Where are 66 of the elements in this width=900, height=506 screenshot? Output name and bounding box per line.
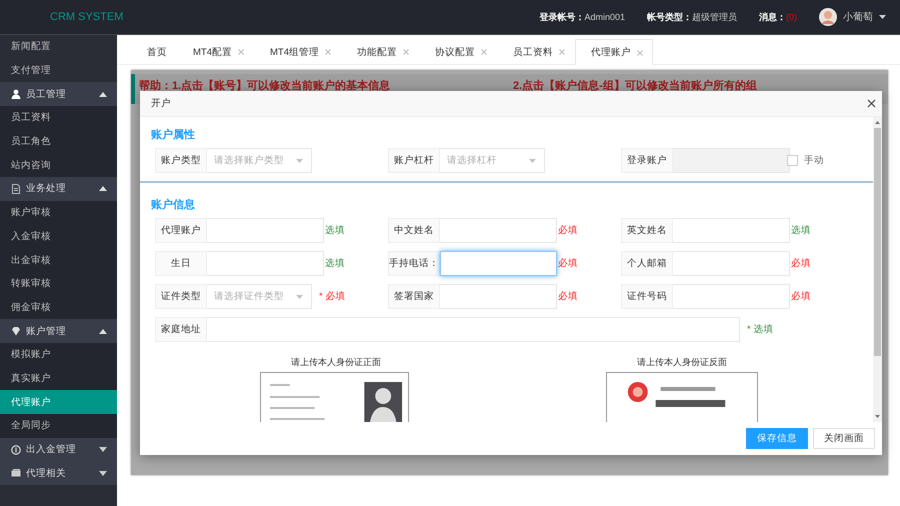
upload-caption: 请上传本人身份证正面	[291, 356, 381, 369]
field-label: 中文姓名	[388, 218, 440, 243]
sidebar-item[interactable]: 模拟账户	[0, 342, 117, 367]
sidebar-group[interactable]: 员工管理	[0, 82, 117, 106]
field-label: 家庭地址	[155, 317, 207, 342]
sidebar-item[interactable]: 转账审核	[0, 272, 117, 296]
sidebar-item[interactable]: 佣金审核	[0, 296, 117, 320]
field-label: 手持电话：	[388, 251, 440, 276]
required-hint: * 必填	[318, 290, 346, 303]
account-type-value: 超级管理员	[692, 10, 737, 24]
optional-hint: 选填	[790, 224, 811, 237]
required-hint: 必填	[790, 257, 811, 270]
sidebar-item[interactable]: 真实账户	[0, 366, 117, 390]
sidebar-item[interactable]: 出金审核	[0, 248, 117, 272]
tab[interactable]: 协议配置	[419, 39, 497, 64]
sidebar-item[interactable]: 入金审核	[0, 224, 117, 248]
sidebar-item[interactable]: 员工角色	[0, 130, 117, 154]
close-button[interactable]: 关闭画面	[813, 428, 875, 449]
sidebar-group[interactable]: 出入金管理	[0, 438, 117, 462]
tab[interactable]: 代理账户	[575, 39, 653, 65]
required-hint: 必填	[557, 257, 578, 270]
field-label: 账户杠杆	[388, 148, 440, 173]
login-value: Admin001	[584, 12, 625, 22]
tab[interactable]: 首页	[131, 39, 177, 64]
sidebar-group[interactable]: 代理相关	[0, 461, 117, 486]
required-hint: 必填	[557, 290, 578, 303]
checkbox-label: 手动	[804, 154, 824, 167]
sidebar-item[interactable]: 代理账户	[0, 390, 117, 414]
sidebar-group[interactable]: 业务处理	[0, 177, 117, 201]
section-title: 账户属性	[151, 128, 196, 142]
tab[interactable]: MT4配置	[177, 39, 254, 64]
optional-hint: 选填	[324, 224, 345, 237]
upload-caption: 请上传本人身份证反面	[637, 356, 727, 369]
field-label: 英文姓名	[621, 218, 673, 243]
field-label: 证件号码	[621, 284, 673, 309]
sidebar-item[interactable]: 员工资料	[0, 106, 117, 130]
sidebar-item[interactable]: 全局同步	[0, 414, 117, 438]
section-title: 账户信息	[151, 198, 196, 212]
field-label: 签署国家	[388, 284, 440, 309]
logo-text: CRM SYSTEM	[50, 11, 124, 23]
field-label: 生日	[155, 251, 207, 276]
field-label: 账户类型	[155, 148, 207, 173]
sidebar-item[interactable]: 站内咨询	[0, 153, 117, 178]
sidebar-item[interactable]: 账户审核	[0, 200, 117, 224]
required-hint: 必填	[790, 290, 811, 303]
sidebar-group[interactable]: 账户管理	[0, 319, 117, 343]
sidebar-item[interactable]: 新闻配置	[0, 35, 117, 59]
field-label: 个人邮箱	[621, 251, 673, 276]
messages-label: 消息：	[759, 10, 786, 24]
login-label: 登录帐号：	[539, 10, 584, 24]
tab[interactable]: 员工资料	[497, 39, 575, 64]
dialog-title: 开户	[151, 97, 171, 110]
required-hint: 必填	[557, 224, 578, 237]
help-text: 帮助：1.点击【账号】可以修改当前账户的基本信息	[138, 78, 392, 93]
optional-hint: * 选填	[746, 323, 774, 336]
sidebar-item[interactable]: 支付管理	[0, 58, 117, 82]
field-label: 登录账户	[621, 148, 673, 173]
field-label: 代理账户	[155, 218, 207, 243]
help-text: 2.点击【账户信息-组】可以修改当前账户所有的组	[513, 78, 757, 93]
field-label: 证件类型	[155, 284, 207, 309]
message-count: (0)	[786, 12, 797, 22]
user-name: 小葡萄	[843, 10, 873, 24]
optional-hint: 选填	[324, 257, 345, 270]
account-type-label: 帐号类型：	[647, 10, 692, 24]
tab[interactable]: 功能配置	[341, 39, 419, 64]
tab[interactable]: MT4组管理	[254, 39, 341, 64]
